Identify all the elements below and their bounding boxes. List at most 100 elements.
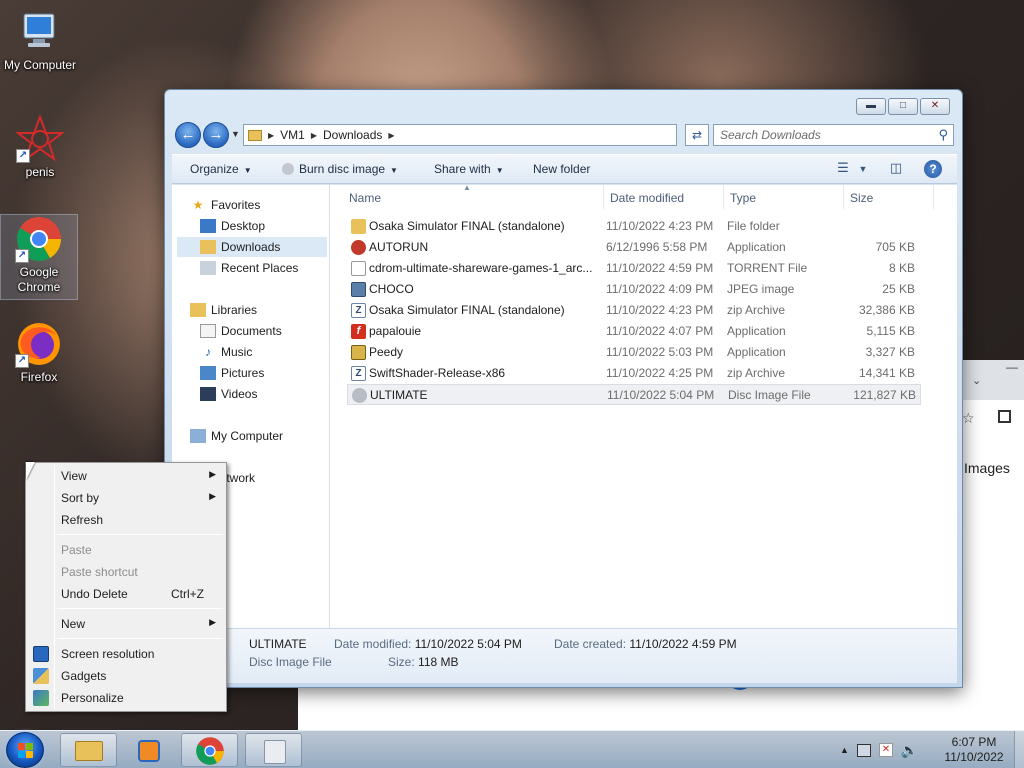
- nav-pictures[interactable]: Pictures: [200, 363, 272, 383]
- star-icon[interactable]: ☆: [962, 410, 975, 427]
- desktop-icon-penis[interactable]: ↗ penis: [2, 114, 78, 180]
- search-icon[interactable]: ⚲: [938, 127, 948, 143]
- menu-item-paste: Paste: [61, 543, 92, 557]
- menu-item-refresh[interactable]: Refresh: [28, 509, 224, 531]
- details-date-modified: Date modified: 11/10/2022 5:04 PM: [334, 637, 522, 651]
- action-center-icon[interactable]: ✕: [878, 743, 893, 757]
- column-header-date[interactable]: Date modified: [604, 185, 724, 209]
- refresh-icon[interactable]: ⇄: [685, 124, 709, 146]
- view-options-dropdown-icon[interactable]: ▼: [854, 160, 872, 178]
- nav-videos[interactable]: Videos: [200, 384, 265, 404]
- desktop-icon-my-computer[interactable]: My Computer: [2, 8, 78, 73]
- details-pane: ULTIMATE Disc Image File Date modified: …: [172, 629, 957, 683]
- back-button[interactable]: ←: [175, 122, 201, 148]
- help-icon[interactable]: ?: [924, 160, 942, 178]
- table-row[interactable]: cdrom-ultimate-shareware-games-1_arc... …: [347, 258, 921, 279]
- menu-item-view[interactable]: View ▶: [28, 465, 224, 487]
- breadcrumb-vm1[interactable]: VM1: [280, 128, 305, 142]
- minimize-icon[interactable]: —: [1006, 360, 1024, 374]
- taskbar-media-player[interactable]: [122, 733, 179, 767]
- taskbar-chrome[interactable]: [181, 733, 238, 767]
- breadcrumb-downloads[interactable]: Downloads: [323, 128, 382, 142]
- show-hidden-icons-icon[interactable]: ▲: [840, 745, 849, 755]
- sidebar-panel-icon[interactable]: [998, 410, 1011, 423]
- column-header-name[interactable]: Name ▲: [343, 183, 604, 209]
- nav-my-computer[interactable]: My Computer: [190, 426, 291, 446]
- table-row[interactable]: Z SwiftShader-Release-x86 11/10/2022 4:2…: [347, 363, 921, 384]
- recent-pages-dropdown[interactable]: ▼: [231, 129, 241, 141]
- firefox-icon: ↗: [15, 320, 63, 368]
- taskbar-windows-explorer[interactable]: [60, 733, 117, 767]
- images-link[interactable]: Images: [964, 460, 1010, 476]
- nav-desktop[interactable]: Desktop: [200, 216, 273, 236]
- show-desktop-button[interactable]: [1014, 731, 1024, 768]
- minimize-button[interactable]: ▬: [856, 98, 886, 115]
- table-row[interactable]: AUTORUN 6/12/1996 5:58 PM Application 70…: [347, 237, 921, 258]
- start-button[interactable]: [6, 732, 44, 768]
- menu-item-new[interactable]: New ▶: [28, 613, 224, 635]
- nav-libraries[interactable]: Libraries: [190, 300, 265, 320]
- recent-places-icon: [200, 261, 216, 275]
- menu-item-screen-resolution[interactable]: Screen resolution: [28, 643, 224, 665]
- organize-button[interactable]: Organize ▼: [190, 162, 252, 176]
- view-options-icon[interactable]: ☰: [834, 160, 852, 178]
- sort-ascending-icon: ▲: [463, 183, 471, 192]
- details-size: Size: 118 MB: [388, 655, 459, 669]
- menu-item-personalize[interactable]: Personalize: [28, 687, 224, 709]
- maximize-button[interactable]: □: [888, 98, 918, 115]
- details-file-type: Disc Image File: [249, 655, 332, 669]
- table-row[interactable]: Osaka Simulator FINAL (standalone) 11/10…: [347, 216, 921, 237]
- new-folder-button[interactable]: New folder: [533, 162, 590, 176]
- taskbar-disc-image[interactable]: [245, 733, 302, 767]
- chrome-icon: ↗: [15, 215, 63, 263]
- breadcrumb-arrow-icon[interactable]: ▶: [388, 131, 394, 140]
- nav-downloads[interactable]: Downloads: [177, 237, 327, 257]
- menu-item-sort-by[interactable]: Sort by ▶: [28, 487, 224, 509]
- search-input[interactable]: Search Downloads ⚲: [713, 124, 954, 146]
- media-player-icon: [138, 740, 160, 762]
- nav-music[interactable]: ♪ Music: [200, 342, 260, 362]
- menu-item-undo-delete[interactable]: Undo Delete Ctrl+Z: [28, 583, 224, 605]
- chrome-icon: [196, 737, 224, 765]
- zip-icon: Z: [351, 303, 366, 318]
- system-tray: ▲ ✕ 🔈: [840, 739, 940, 761]
- nav-favorites[interactable]: ★ Favorites: [190, 195, 268, 215]
- explorer-content: ★ Favorites Desktop Downloads Recent Plac…: [172, 183, 957, 628]
- breadcrumb-arrow-icon[interactable]: ▶: [311, 131, 317, 140]
- blank-file-icon: [351, 261, 366, 276]
- desktop-icon-firefox[interactable]: ↗ Firefox: [1, 320, 77, 385]
- submenu-arrow-icon: ▶: [209, 469, 216, 479]
- breadcrumb-arrow-icon[interactable]: ▶: [268, 131, 274, 140]
- desktop-icon-label: Firefox: [20, 370, 58, 384]
- taskbar-clock[interactable]: 6:07 PM 11/10/2022: [938, 735, 1010, 765]
- table-row[interactable]: Z Osaka Simulator FINAL (standalone) 11/…: [347, 300, 921, 321]
- submenu-arrow-icon: ▶: [209, 491, 216, 501]
- burn-disc-image-button[interactable]: Burn disc image ▼: [282, 162, 398, 176]
- network-status-icon[interactable]: [856, 743, 871, 757]
- disc-image-taskbar-icon: [264, 740, 286, 764]
- windows-logo-icon: [18, 743, 34, 759]
- forward-button[interactable]: →: [203, 122, 229, 148]
- explorer-window[interactable]: ▬ □ ✕ ← → ▼ ▶ VM1 ▶ Downloads ▶ ▼ ⇄ Sear…: [164, 89, 963, 688]
- table-row[interactable]: ULTIMATE 11/10/2022 5:04 PM Disc Image F…: [347, 384, 921, 405]
- nav-recent-places[interactable]: Recent Places: [200, 258, 306, 278]
- table-row[interactable]: Peedy 11/10/2022 5:03 PM Application 3,3…: [347, 342, 921, 363]
- chevron-down-icon[interactable]: ⌄: [972, 374, 981, 387]
- table-row[interactable]: f papalouie 11/10/2022 4:07 PM Applicati…: [347, 321, 921, 342]
- menu-item-gadgets[interactable]: Gadgets: [28, 665, 224, 687]
- disc-image-icon: [352, 388, 367, 403]
- column-header-size[interactable]: Size: [844, 185, 934, 209]
- folder-icon: [248, 129, 262, 141]
- nav-documents[interactable]: Documents: [200, 321, 290, 341]
- table-row[interactable]: CHOCO 11/10/2022 4:09 PM JPEG image 25 K…: [347, 279, 921, 300]
- volume-icon[interactable]: 🔈: [901, 742, 918, 759]
- gadgets-icon: [33, 668, 49, 684]
- close-button[interactable]: ✕: [920, 98, 950, 115]
- desktop-icon-google-chrome[interactable]: ↗ Google Chrome: [0, 214, 78, 300]
- address-bar[interactable]: ▶ VM1 ▶ Downloads ▶ ▼: [243, 124, 743, 146]
- share-with-button[interactable]: Share with ▼: [434, 162, 504, 176]
- column-header-type[interactable]: Type: [724, 185, 844, 209]
- command-bar: Organize ▼ Burn disc image ▼ Share with ▼ N…: [172, 154, 957, 184]
- libraries-icon: [190, 303, 206, 317]
- preview-pane-icon[interactable]: ◫: [887, 160, 905, 178]
